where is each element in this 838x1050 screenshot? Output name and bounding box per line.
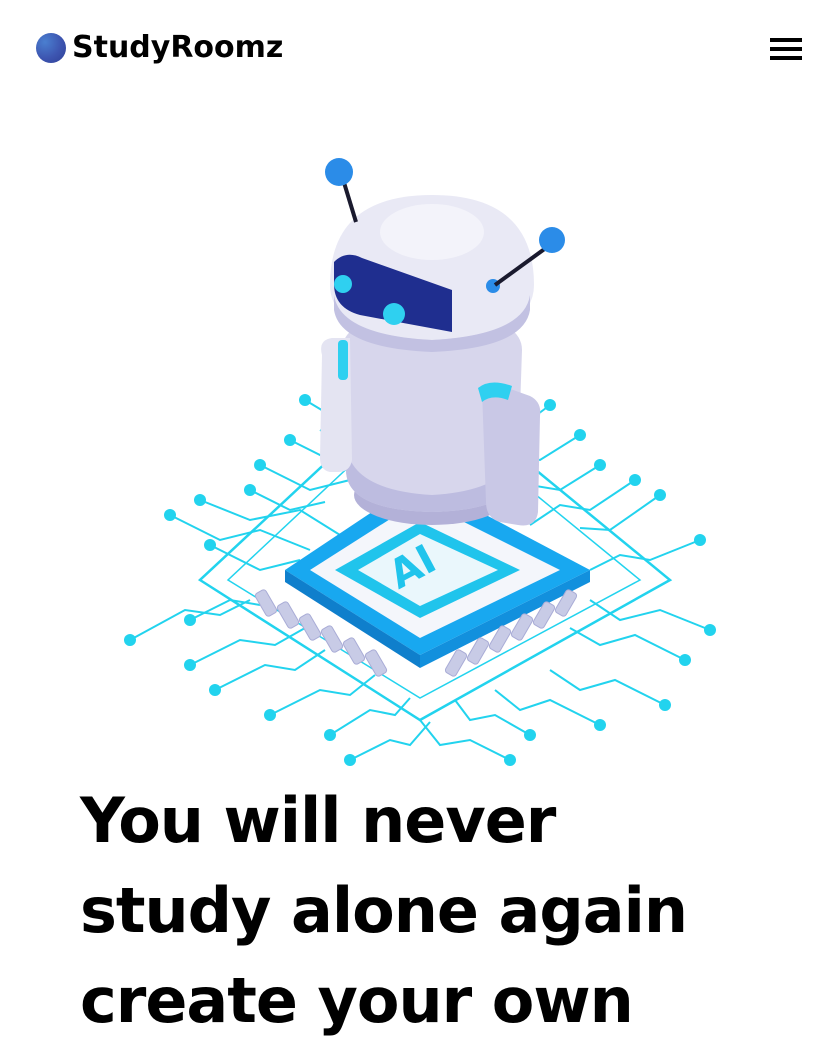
brand-logo-link[interactable]: StudyRoomz — [36, 28, 283, 68]
hero-title-line: study alone again — [80, 874, 688, 947]
menu-line — [770, 46, 802, 51]
brand-logo-icon — [36, 33, 66, 63]
robot — [320, 158, 565, 526]
navbar: StudyRoomz — [0, 0, 838, 100]
ai-robot-illustration: AI — [124, 158, 716, 766]
hamburger-menu-icon[interactable] — [768, 36, 804, 66]
hero-title-line: You will never — [80, 784, 556, 857]
menu-line — [770, 55, 802, 60]
hero-title-line: create your own — [80, 964, 634, 1037]
menu-line — [770, 37, 802, 42]
brand-name: StudyRoomz — [72, 30, 284, 65]
hero-title: You will never study alone again create … — [80, 776, 780, 1046]
